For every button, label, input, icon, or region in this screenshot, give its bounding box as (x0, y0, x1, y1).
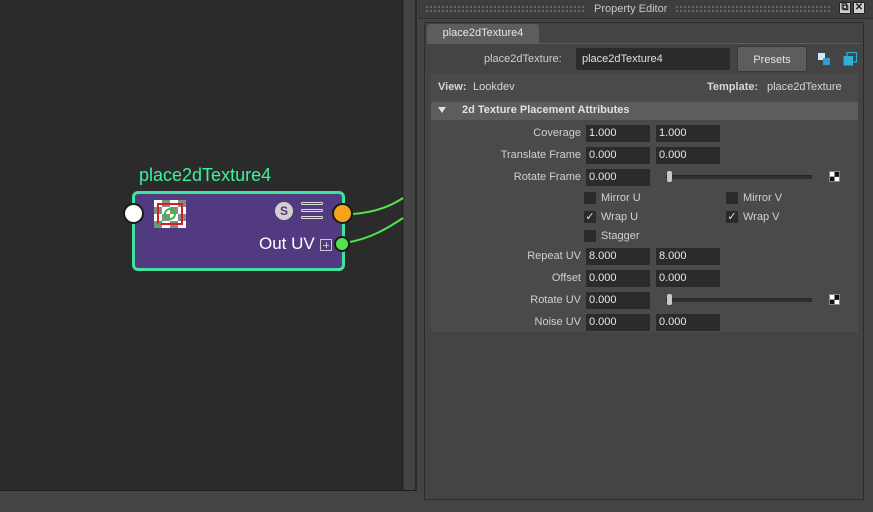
connection-out-uv (349, 217, 404, 243)
mirror-u-label: Mirror U (601, 192, 641, 204)
node-editor-bottom-strip (0, 490, 417, 512)
mirror-v-label: Mirror V (743, 192, 783, 204)
input-port[interactable] (123, 203, 144, 224)
repeat-uv-label: Repeat UV (527, 250, 581, 262)
coverage-v-field[interactable]: 1.000 (656, 125, 720, 142)
node-name-field[interactable] (576, 48, 730, 70)
repeat-v-field[interactable]: 8.000 (656, 248, 720, 265)
rotate-uv-field[interactable]: 0.000 (586, 292, 650, 309)
attribute-list-icon[interactable] (301, 202, 323, 220)
translate-frame-u-field[interactable]: 0.000 (586, 147, 650, 164)
node-title[interactable]: place2dTexture4 (139, 165, 271, 186)
splitter-line (415, 0, 417, 500)
tab-strip-line (427, 43, 860, 44)
stagger-checkbox[interactable] (584, 230, 596, 242)
offset-u-field[interactable]: 0.000 (586, 270, 650, 287)
noise-uv-label: Noise UV (534, 316, 581, 328)
texture-placement-icon (154, 200, 186, 228)
presets-button[interactable]: Presets (737, 46, 807, 72)
tab-place2dtexture4[interactable]: place2dTexture4 (427, 24, 539, 43)
translate-frame-v-field[interactable]: 0.000 (656, 147, 720, 164)
template-label: Template: (707, 81, 759, 93)
template-value[interactable]: place2dTexture (767, 81, 842, 93)
coverage-label: Coverage (533, 127, 581, 139)
rotate-uv-slider[interactable] (666, 298, 812, 302)
offset-label: Offset (551, 272, 581, 284)
section-title: 2d Texture Placement Attributes (462, 104, 630, 116)
expand-plus-icon[interactable] (320, 239, 332, 251)
wrap-u-checkbox[interactable]: ✓ (584, 211, 596, 223)
mirror-u-checkbox[interactable] (584, 192, 596, 204)
out-uv-label: Out UV (259, 234, 315, 253)
rotate-uv-map-button[interactable] (829, 294, 840, 305)
drag-grip-left[interactable] (425, 5, 585, 13)
wrap-v-label: Wrap V (743, 211, 780, 223)
rotate-frame-slider[interactable] (666, 175, 812, 179)
rotate-frame-slider-handle[interactable] (667, 171, 672, 182)
out-uv-port[interactable] (334, 236, 350, 252)
rotate-frame-map-button[interactable] (829, 171, 840, 182)
window-close-button[interactable]: ✕ (853, 2, 865, 14)
connection-output (351, 197, 404, 215)
view-value[interactable]: Lookdev (473, 81, 515, 93)
rotate-uv-label: Rotate UV (530, 294, 581, 306)
noise-u-field[interactable]: 0.000 (586, 314, 650, 331)
output-port[interactable] (332, 203, 353, 224)
translate-frame-label: Translate Frame (500, 149, 581, 161)
stagger-label: Stagger (601, 230, 640, 242)
node-type-label: place2dTexture: (484, 53, 562, 65)
wrap-u-label: Wrap U (601, 211, 639, 223)
swatch-s-icon[interactable]: S (275, 202, 293, 220)
repeat-u-field[interactable]: 8.000 (586, 248, 650, 265)
mirror-v-checkbox[interactable] (726, 192, 738, 204)
coverage-u-field[interactable]: 1.000 (586, 125, 650, 142)
window-title: Property Editor (594, 3, 668, 15)
rotate-uv-slider-handle[interactable] (667, 294, 672, 305)
drag-grip-right[interactable] (675, 5, 830, 13)
collapse-arrow-icon[interactable] (438, 107, 446, 113)
focus-node-icon[interactable] (818, 53, 830, 65)
rotate-frame-field[interactable]: 0.000 (586, 169, 650, 186)
rotate-frame-label: Rotate Frame (513, 171, 581, 183)
wrap-v-checkbox[interactable]: ✓ (726, 211, 738, 223)
noise-v-field[interactable]: 0.000 (656, 314, 720, 331)
copy-tab-icon[interactable] (843, 52, 857, 66)
offset-v-field[interactable]: 0.000 (656, 270, 720, 287)
view-label: View: (438, 81, 467, 93)
window-restore-button[interactable]: ⧉ (839, 2, 851, 14)
